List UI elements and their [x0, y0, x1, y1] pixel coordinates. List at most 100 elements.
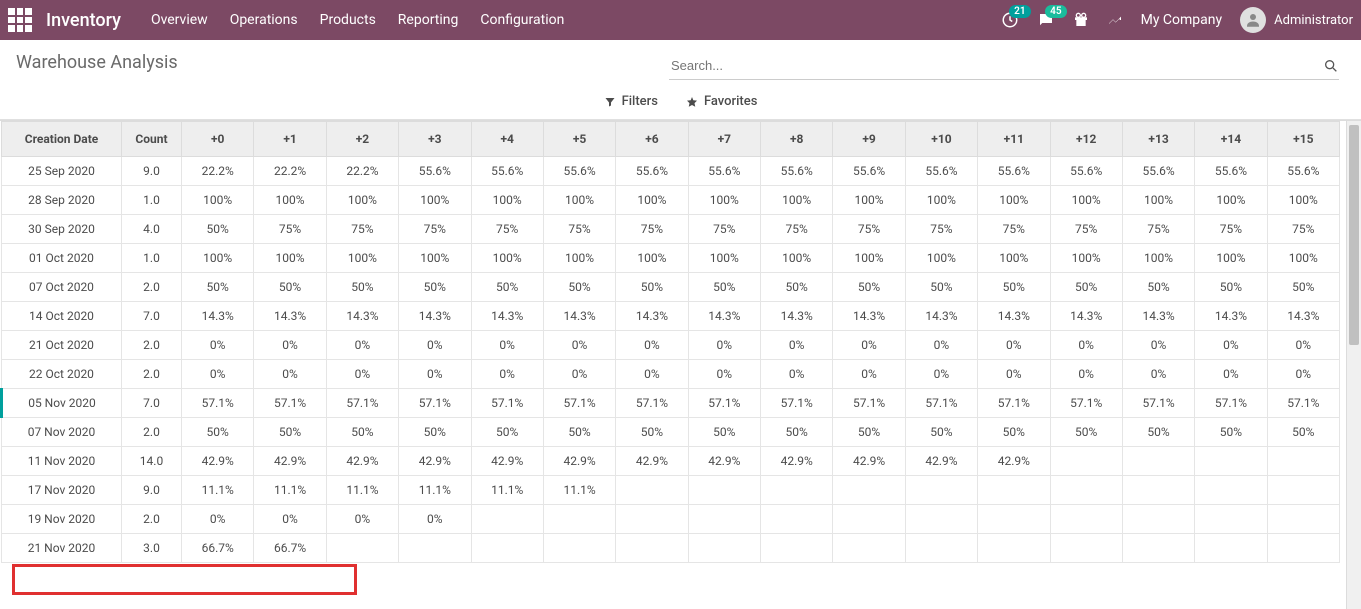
company-switcher[interactable]: My Company: [1141, 12, 1223, 28]
cell-value: [978, 505, 1050, 534]
cell-date: 07 Nov 2020: [2, 418, 122, 447]
cell-value: 57.1%: [254, 389, 326, 418]
cell-value: [1267, 476, 1339, 505]
page-title: Warehouse Analysis: [16, 52, 178, 73]
col-header-2[interactable]: +0: [182, 122, 254, 157]
table-row[interactable]: 21 Nov 20203.066.7%66.7%: [2, 534, 1340, 563]
table-row[interactable]: 21 Oct 20202.00%0%0%0%0%0%0%0%0%0%0%0%0%…: [2, 331, 1340, 360]
filters-label: Filters: [622, 94, 658, 109]
cell-value: 55.6%: [761, 157, 833, 186]
cell-value: 0%: [833, 360, 905, 389]
col-header-15[interactable]: +13: [1122, 122, 1194, 157]
cell-value: 55.6%: [1122, 157, 1194, 186]
cell-value: [1050, 534, 1122, 563]
cell-value: 0%: [688, 331, 760, 360]
col-header-5[interactable]: +3: [399, 122, 471, 157]
cell-value: [1122, 447, 1194, 476]
col-header-14[interactable]: +12: [1050, 122, 1122, 157]
scrollbar-thumb[interactable]: [1349, 125, 1359, 345]
cell-value: 66.7%: [182, 534, 254, 563]
cell-value: 0%: [326, 360, 398, 389]
cell-value: 75%: [1195, 215, 1267, 244]
cell-count: 1.0: [122, 244, 182, 273]
table-row[interactable]: 25 Sep 20209.022.2%22.2%22.2%55.6%55.6%5…: [2, 157, 1340, 186]
favorites-button[interactable]: Favorites: [686, 94, 757, 109]
cell-value: 0%: [399, 360, 471, 389]
user-menu[interactable]: Administrator: [1240, 7, 1353, 33]
cell-value: 100%: [1122, 186, 1194, 215]
searchbox[interactable]: [669, 52, 1339, 80]
cell-value: [688, 534, 760, 563]
col-header-7[interactable]: +5: [543, 122, 615, 157]
col-header-8[interactable]: +6: [616, 122, 688, 157]
cell-value: [616, 505, 688, 534]
table-row[interactable]: 30 Sep 20204.050%75%75%75%75%75%75%75%75…: [2, 215, 1340, 244]
table-row[interactable]: 28 Sep 20201.0100%100%100%100%100%100%10…: [2, 186, 1340, 215]
cell-value: 0%: [326, 331, 398, 360]
col-header-10[interactable]: +8: [761, 122, 833, 157]
menu-operations[interactable]: Operations: [230, 12, 298, 28]
col-header-4[interactable]: +2: [326, 122, 398, 157]
menu-reporting[interactable]: Reporting: [398, 12, 459, 28]
search-icon[interactable]: [1323, 58, 1339, 74]
cell-value: 55.6%: [1050, 157, 1122, 186]
menu-configuration[interactable]: Configuration: [480, 12, 564, 28]
menu-overview[interactable]: Overview: [151, 12, 208, 28]
table-row[interactable]: 05 Nov 20207.057.1%57.1%57.1%57.1%57.1%5…: [2, 389, 1340, 418]
cell-value: 100%: [616, 244, 688, 273]
search-input[interactable]: [669, 54, 1323, 77]
filters-button[interactable]: Filters: [604, 94, 658, 109]
cell-value: 100%: [688, 186, 760, 215]
cell-count: 4.0: [122, 215, 182, 244]
menu-products[interactable]: Products: [320, 12, 376, 28]
col-header-16[interactable]: +14: [1195, 122, 1267, 157]
activities-icon[interactable]: 21: [1001, 11, 1019, 29]
cell-value: 57.1%: [1122, 389, 1194, 418]
col-header-3[interactable]: +1: [254, 122, 326, 157]
cell-value: 0%: [399, 505, 471, 534]
cell-count: 7.0: [122, 302, 182, 331]
messages-icon[interactable]: 45: [1037, 11, 1055, 29]
col-header-11[interactable]: +9: [833, 122, 905, 157]
col-header-17[interactable]: +15: [1267, 122, 1339, 157]
col-header-1[interactable]: Count: [122, 122, 182, 157]
table-row[interactable]: 22 Oct 20202.00%0%0%0%0%0%0%0%0%0%0%0%0%…: [2, 360, 1340, 389]
col-header-6[interactable]: +4: [471, 122, 543, 157]
cell-value: 0%: [1195, 331, 1267, 360]
cell-value: [1122, 534, 1194, 563]
table-row[interactable]: 07 Nov 20202.050%50%50%50%50%50%50%50%50…: [2, 418, 1340, 447]
cell-value: 0%: [978, 360, 1050, 389]
apps-icon[interactable]: [8, 8, 32, 32]
cell-date: 28 Sep 2020: [2, 186, 122, 215]
table-row[interactable]: 01 Oct 20201.0100%100%100%100%100%100%10…: [2, 244, 1340, 273]
cell-value: 75%: [399, 215, 471, 244]
table-body: 25 Sep 20209.022.2%22.2%22.2%55.6%55.6%5…: [2, 157, 1340, 563]
cell-value: 14.3%: [326, 302, 398, 331]
table-row[interactable]: 11 Nov 202014.042.9%42.9%42.9%42.9%42.9%…: [2, 447, 1340, 476]
table-row[interactable]: 17 Nov 20209.011.1%11.1%11.1%11.1%11.1%1…: [2, 476, 1340, 505]
cell-value: 0%: [1267, 360, 1339, 389]
cell-value: [688, 505, 760, 534]
cell-value: 75%: [1122, 215, 1194, 244]
col-header-0[interactable]: Creation Date: [2, 122, 122, 157]
tools-icon[interactable]: [1107, 12, 1123, 28]
cell-value: 50%: [399, 273, 471, 302]
col-header-9[interactable]: +7: [688, 122, 760, 157]
col-header-12[interactable]: +10: [905, 122, 977, 157]
table-row[interactable]: 07 Oct 20202.050%50%50%50%50%50%50%50%50…: [2, 273, 1340, 302]
col-header-13[interactable]: +11: [978, 122, 1050, 157]
cell-value: [761, 534, 833, 563]
app-name[interactable]: Inventory: [46, 10, 121, 31]
cell-value: 57.1%: [1195, 389, 1267, 418]
cell-value: 100%: [471, 244, 543, 273]
cell-value: 14.3%: [1267, 302, 1339, 331]
table-row[interactable]: 19 Nov 20202.00%0%0%0%: [2, 505, 1340, 534]
cell-value: 42.9%: [688, 447, 760, 476]
gift-icon[interactable]: [1073, 12, 1089, 28]
cell-value: 57.1%: [833, 389, 905, 418]
cell-value: 50%: [254, 273, 326, 302]
scrollbar[interactable]: [1346, 121, 1361, 609]
cell-value: 14.3%: [1122, 302, 1194, 331]
cell-value: [1122, 505, 1194, 534]
table-row[interactable]: 14 Oct 20207.014.3%14.3%14.3%14.3%14.3%1…: [2, 302, 1340, 331]
